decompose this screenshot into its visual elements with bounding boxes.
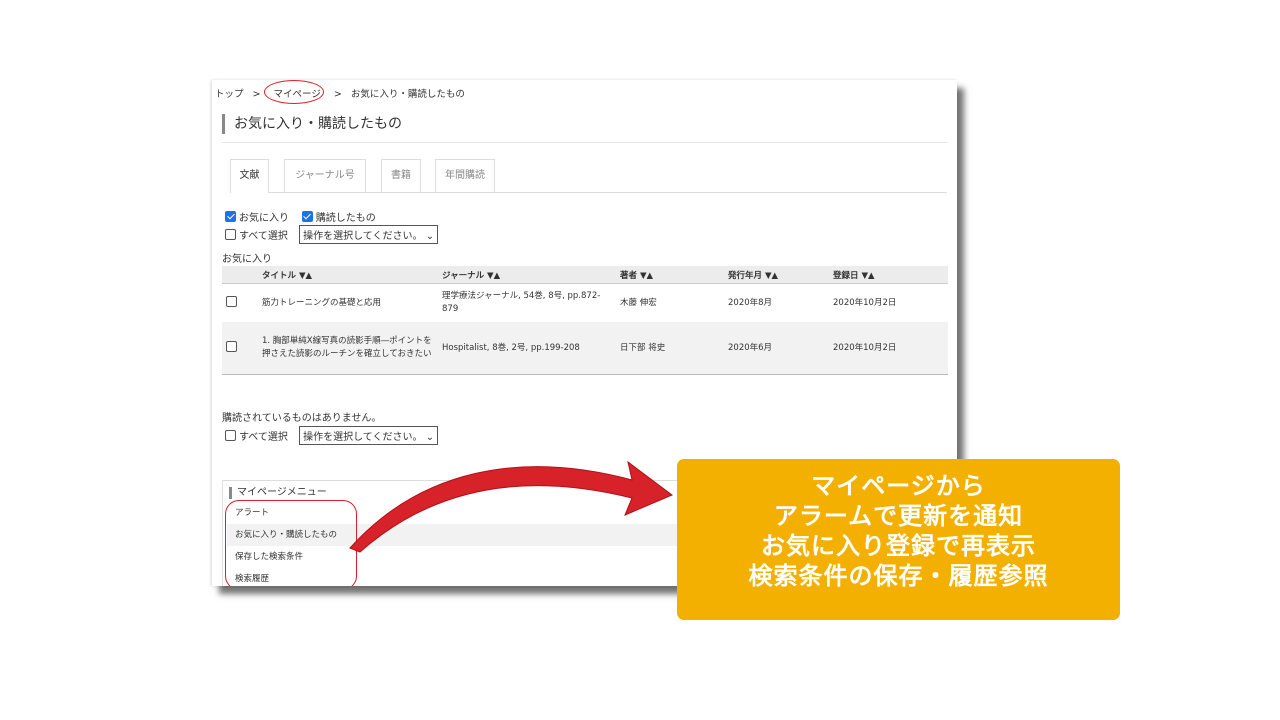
action-select[interactable]: 操作を選択してください。 ⌄	[299, 426, 439, 445]
filter-row: お気に入り 購読したもの	[225, 209, 376, 224]
row-journal: Hospitalist, 8巻, 2号, pp.199-208	[438, 322, 616, 375]
row-checkbox-cell	[222, 284, 258, 323]
row-author: 日下部 将史	[616, 322, 724, 375]
callout-line: マイページから	[811, 472, 986, 500]
table-header-registered[interactable]: 登録日 ▼▲	[829, 266, 948, 284]
page-title: お気に入り・購読したもの	[222, 114, 402, 134]
row-checkbox[interactable]	[226, 340, 237, 352]
action-select-value: 操作を選択してください。	[303, 231, 423, 242]
row-journal: 理学療法ジャーナル, 54巻, 8号, pp.872-879	[442, 291, 601, 314]
table-header-checkbox-col	[222, 266, 258, 284]
row-author: 木藤 伸宏	[620, 297, 657, 308]
row-title[interactable]: 筋力トレーニングの基礎と応用	[258, 284, 438, 323]
row-checkbox[interactable]	[226, 295, 237, 307]
table-header-row: タイトル ▼▲ ジャーナル ▼▲ 著者 ▼▲ 発行年月 ▼▲ 登録日 ▼▲	[222, 266, 948, 284]
favorites-checkbox-label: お気に入り	[239, 213, 289, 224]
bulk-action-row: すべて選択 操作を選択してください。 ⌄	[225, 225, 439, 244]
breadcrumb-current: お気に入り・購読したもの	[350, 89, 465, 100]
callout-box: マイページから アラームで更新を通知 お気に入り登録で再表示 検索条件の保存・履…	[677, 459, 1120, 620]
row-registered: 2020年10月2日	[833, 297, 897, 308]
table-row: 1. 胸部単純X線写真の読影手順―ポイントを押さえた読影のルーチンを確立しておき…	[222, 322, 948, 375]
row-checkbox-cell	[222, 322, 258, 375]
callout-line: 検索条件の保存・履歴参照	[748, 562, 1049, 590]
favorites-table: タイトル ▼▲ ジャーナル ▼▲ 著者 ▼▲ 発行年月 ▼▲ 登録日 ▼▲ 筋力…	[222, 266, 948, 375]
select-all-checkbox[interactable]	[225, 229, 236, 240]
tab-bar: 文献 ジャーナル号 書籍 年間購読	[230, 159, 947, 193]
chevron-down-icon: ⌄	[425, 231, 435, 242]
row-published: 2020年8月	[728, 297, 773, 308]
tab-annual-subscription[interactable]: 年間購読	[435, 159, 495, 192]
callout-line: お気に入り登録で再表示	[761, 532, 1036, 560]
subscribed-checkbox-label: 購読したもの	[315, 213, 376, 224]
row-registered: 2020年10月2日	[829, 322, 948, 375]
favorites-section-label: お気に入り	[222, 254, 272, 265]
callout-line: アラームで更新を通知	[773, 502, 1024, 530]
bulk-action-row: すべて選択 操作を選択してください。 ⌄	[225, 426, 439, 445]
tab-articles[interactable]: 文献	[230, 159, 269, 193]
table-header-author[interactable]: 著者 ▼▲	[616, 266, 724, 284]
no-subscriptions-message: 購読されているものはありません。	[222, 413, 382, 424]
select-all-label: すべて選択	[239, 432, 288, 443]
select-all-checkbox[interactable]	[225, 430, 236, 441]
breadcrumb-mypage-link[interactable]: マイページ	[270, 86, 325, 100]
chevron-down-icon: ⌄	[425, 432, 435, 443]
breadcrumb-separator: >	[333, 89, 342, 100]
row-published: 2020年6月	[724, 322, 829, 375]
select-all-label: すべて選択	[239, 231, 288, 242]
table-row: 筋力トレーニングの基礎と応用 理学療法ジャーナル, 54巻, 8号, pp.87…	[222, 284, 948, 323]
breadcrumb-separator: >	[252, 89, 261, 100]
table-header-title[interactable]: タイトル ▼▲	[258, 266, 438, 284]
tab-journal-issue[interactable]: ジャーナル号	[284, 159, 366, 192]
table-header-published[interactable]: 発行年月 ▼▲	[724, 266, 829, 284]
action-select-value: 操作を選択してください。	[303, 432, 423, 443]
action-select[interactable]: 操作を選択してください。 ⌄	[299, 225, 439, 244]
tab-books[interactable]: 書籍	[381, 159, 421, 192]
breadcrumb-top-link[interactable]: トップ	[215, 89, 244, 100]
subscribed-checkbox[interactable]	[301, 211, 313, 222]
breadcrumb: トップ > マイページ > お気に入り・購読したもの	[215, 86, 471, 100]
row-title[interactable]: 1. 胸部単純X線写真の読影手順―ポイントを押さえた読影のルーチンを確立しておき…	[258, 322, 438, 375]
table-header-journal[interactable]: ジャーナル ▼▲	[438, 266, 616, 284]
divider	[222, 142, 947, 143]
favorites-checkbox[interactable]	[225, 211, 236, 222]
mypage-menu-title: マイページメニュー	[229, 487, 327, 499]
